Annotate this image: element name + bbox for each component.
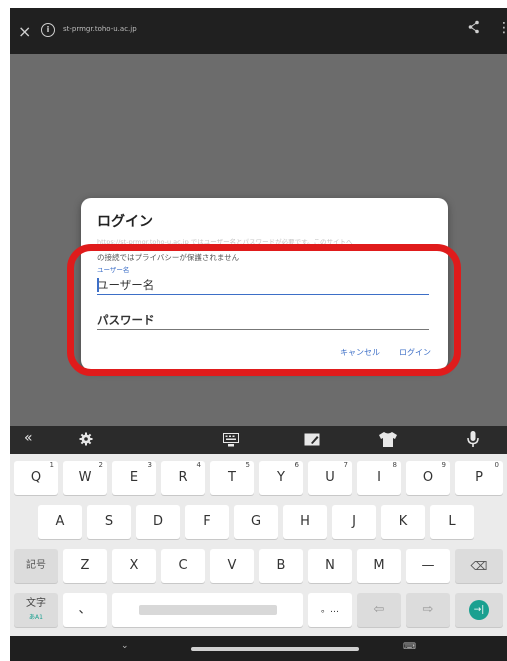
cursor-right-icon[interactable]: ⇨ (406, 593, 450, 627)
dialog-title: ログイン (97, 214, 153, 230)
shirt-icon[interactable] (379, 432, 397, 447)
enter-icon: →| (469, 600, 489, 620)
key-x[interactable]: X (112, 549, 156, 583)
login-dialog: ログイン https://st-prmgr.toho-u.ac.jp ではユーザ… (81, 198, 448, 370)
gear-icon[interactable] (79, 432, 93, 446)
info-icon[interactable]: i (41, 23, 55, 37)
key-l[interactable]: L (430, 505, 474, 539)
keyboard-mode-icon[interactable] (223, 433, 239, 447)
key-r[interactable]: R4 (161, 461, 205, 495)
input-mode-label: 文字 (26, 598, 46, 609)
key-y[interactable]: Y6 (259, 461, 303, 495)
microphone-icon[interactable] (467, 431, 479, 448)
username-input[interactable] (97, 276, 429, 295)
share-icon[interactable] (468, 20, 480, 34)
input-mode-key[interactable]: 文字 あA1 (14, 593, 58, 627)
key-u[interactable]: U7 (308, 461, 352, 495)
key-t[interactable]: T5 (210, 461, 254, 495)
url-text: st-prmgr.toho-u.ac.jp (63, 25, 137, 33)
input-mode-sub: あA1 (29, 614, 43, 621)
cursor-left-icon[interactable]: ⇦ (357, 593, 401, 627)
period-key[interactable]: 。… (308, 593, 352, 627)
key-d[interactable]: D (136, 505, 180, 539)
device-screen: × i st-prmgr.toho-u.ac.jp ⋮ ログイン https:/… (10, 8, 507, 661)
back-chevron-icon[interactable]: ⌄ (121, 641, 129, 651)
key-g[interactable]: G (234, 505, 278, 539)
backspace-icon[interactable]: ⌫ (455, 549, 503, 583)
key-z[interactable]: Z (63, 549, 107, 583)
key-m[interactable]: M (357, 549, 401, 583)
edit-icon[interactable] (304, 433, 320, 446)
symbols-key[interactable]: 記号 (14, 549, 58, 583)
dialog-message-faint: https://st-prmgr.toho-u.ac.jp ではユーザー名とパス… (97, 238, 353, 246)
key-i[interactable]: I8 (357, 461, 401, 495)
key-q[interactable]: Q1 (14, 461, 58, 495)
username-label: ユーザー名 (97, 266, 130, 274)
key-o[interactable]: O9 (406, 461, 450, 495)
comma-key[interactable]: 、 (63, 593, 107, 627)
key-a[interactable]: A (38, 505, 82, 539)
key-n[interactable]: N (308, 549, 352, 583)
text-caret (97, 278, 99, 292)
key-s[interactable]: S (87, 505, 131, 539)
key-b[interactable]: B (259, 549, 303, 583)
key-f[interactable]: F (185, 505, 229, 539)
space-key[interactable] (112, 593, 303, 627)
close-icon[interactable]: × (18, 22, 31, 41)
key-dash[interactable]: — (406, 549, 450, 583)
dialog-message: の接続ではプライバシーが保護されません (97, 253, 240, 262)
key-w[interactable]: W2 (63, 461, 107, 495)
key-h[interactable]: H (283, 505, 327, 539)
browser-top-bar: × i st-prmgr.toho-u.ac.jp ⋮ (10, 8, 507, 54)
software-keyboard: Q1 W2 E3 R4 T5 Y6 U7 I8 O9 P0 A S D F G … (10, 454, 507, 636)
login-button[interactable]: ログイン (399, 347, 431, 358)
key-e[interactable]: E3 (112, 461, 156, 495)
collapse-icon[interactable]: « (24, 430, 33, 446)
space-bar-mark (139, 605, 277, 615)
enter-key[interactable]: →| (455, 593, 503, 627)
more-icon[interactable]: ⋮ (497, 20, 507, 36)
password-input[interactable] (97, 311, 429, 330)
home-gesture-bar[interactable] (191, 647, 359, 651)
key-v[interactable]: V (210, 549, 254, 583)
key-c[interactable]: C (161, 549, 205, 583)
cancel-button[interactable]: キャンセル (340, 347, 380, 358)
key-p[interactable]: P0 (455, 461, 503, 495)
system-nav-bar: ⌄ ⌨ (10, 636, 507, 661)
key-j[interactable]: J (332, 505, 376, 539)
keyboard-switch-icon[interactable]: ⌨ (403, 642, 416, 652)
keyboard-toolbar: « (10, 426, 507, 454)
key-k[interactable]: K (381, 505, 425, 539)
